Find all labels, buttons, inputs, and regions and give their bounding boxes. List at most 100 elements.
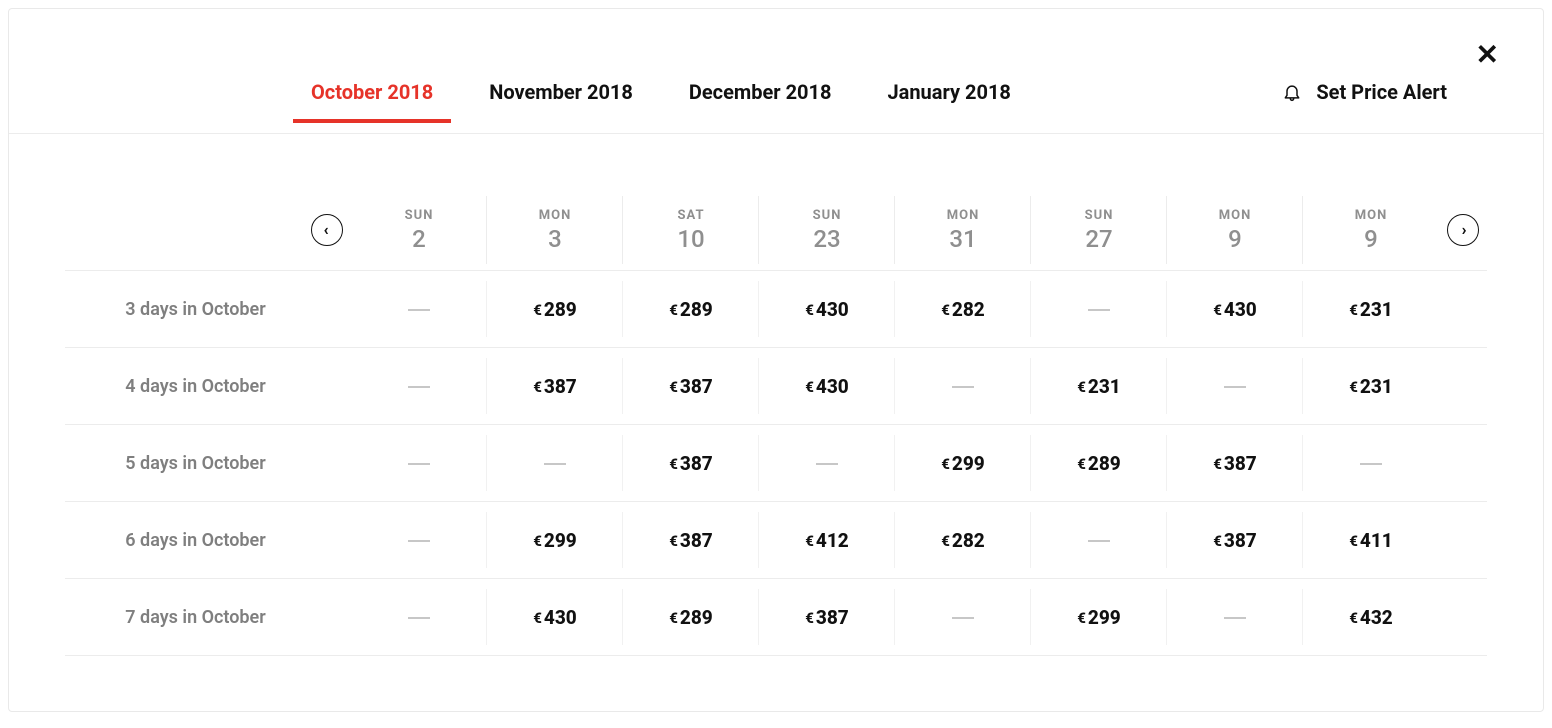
currency-symbol: € — [1349, 378, 1358, 396]
price-cell[interactable]: €231 — [1303, 271, 1439, 348]
date-dow: MON — [488, 208, 622, 223]
date-dow: SUN — [352, 208, 486, 223]
price-cell — [895, 348, 1031, 425]
price-cell[interactable]: €289 — [623, 271, 759, 348]
nav-spacer — [1439, 502, 1487, 579]
price-cell[interactable]: €432 — [1303, 579, 1439, 656]
row-label: 7 days in October — [65, 579, 303, 656]
date-dow: MON — [1168, 208, 1302, 223]
date-day: 31 — [896, 225, 1030, 253]
price-cell[interactable]: €282 — [895, 502, 1031, 579]
no-price-dash — [408, 463, 430, 465]
month-tabs: October 2018 November 2018 December 2018… — [65, 80, 1282, 122]
currency-symbol: € — [941, 301, 950, 319]
price-value: 231 — [1360, 375, 1393, 398]
price-value: 231 — [1088, 375, 1121, 398]
price-value: 411 — [1360, 529, 1393, 552]
price-value: 387 — [816, 606, 849, 629]
date-day: 2 — [352, 225, 486, 253]
price-cell[interactable]: €299 — [487, 502, 623, 579]
no-price-dash — [408, 540, 430, 542]
date-col-2[interactable]: SAT 10 — [623, 190, 759, 271]
price-cell[interactable]: €299 — [895, 425, 1031, 502]
no-price-dash — [816, 463, 838, 465]
price-value: 282 — [952, 298, 985, 321]
price-cell[interactable]: €289 — [1031, 425, 1167, 502]
currency-symbol: € — [669, 378, 678, 396]
price-cell[interactable]: €430 — [759, 348, 895, 425]
date-day: 23 — [760, 225, 894, 253]
price-cell[interactable]: €387 — [1167, 502, 1303, 579]
price-cell[interactable]: €387 — [1167, 425, 1303, 502]
close-icon[interactable]: ✕ — [1476, 41, 1499, 69]
date-day: 10 — [624, 225, 758, 253]
price-cell — [759, 425, 895, 502]
price-row: 5 days in October€387€299€289€387 — [65, 425, 1487, 502]
date-col-1[interactable]: MON 3 — [487, 190, 623, 271]
nav-spacer — [303, 271, 351, 348]
price-cell[interactable]: €387 — [759, 579, 895, 656]
price-cell[interactable]: €387 — [623, 502, 759, 579]
chevron-right-icon: › — [1462, 222, 1467, 238]
currency-symbol: € — [669, 455, 678, 473]
prev-dates-button[interactable]: ‹ — [311, 214, 343, 246]
month-tab-january[interactable]: January 2018 — [885, 80, 1012, 122]
currency-symbol: € — [805, 301, 814, 319]
currency-symbol: € — [1213, 455, 1222, 473]
price-cell — [1031, 271, 1167, 348]
set-price-alert-button[interactable]: Set Price Alert — [1282, 80, 1487, 122]
price-cell[interactable]: €387 — [487, 348, 623, 425]
price-value: 387 — [1224, 452, 1257, 475]
no-price-dash — [1088, 540, 1110, 542]
date-dow: SAT — [624, 208, 758, 223]
month-tab-november[interactable]: November 2018 — [487, 80, 635, 122]
date-col-7[interactable]: MON 9 — [1303, 190, 1439, 271]
currency-symbol: € — [1213, 532, 1222, 550]
rowlabel-header-blank — [65, 190, 303, 271]
date-col-3[interactable]: SUN 23 — [759, 190, 895, 271]
row-label: 6 days in October — [65, 502, 303, 579]
date-day: 9 — [1168, 225, 1302, 253]
set-price-alert-label: Set Price Alert — [1316, 80, 1447, 104]
nav-spacer — [1439, 348, 1487, 425]
price-value: 289 — [544, 298, 577, 321]
date-col-4[interactable]: MON 31 — [895, 190, 1031, 271]
date-header-row: ‹ SUN 2 MON 3 SAT 10 SUN 23 — [65, 190, 1487, 271]
currency-symbol: € — [533, 532, 542, 550]
price-value: 387 — [544, 375, 577, 398]
date-col-6[interactable]: MON 9 — [1167, 190, 1303, 271]
currency-symbol: € — [941, 532, 950, 550]
price-cell[interactable]: €387 — [623, 348, 759, 425]
next-dates-button[interactable]: › — [1447, 214, 1479, 246]
month-tab-october[interactable]: October 2018 — [309, 80, 435, 122]
price-cell[interactable]: €411 — [1303, 502, 1439, 579]
price-cell[interactable]: €430 — [1167, 271, 1303, 348]
price-cell[interactable]: €299 — [1031, 579, 1167, 656]
no-price-dash — [544, 463, 566, 465]
price-cell — [1303, 425, 1439, 502]
price-cell — [1167, 579, 1303, 656]
price-cell[interactable]: €289 — [487, 271, 623, 348]
price-cell[interactable]: €412 — [759, 502, 895, 579]
nav-spacer — [303, 425, 351, 502]
nav-spacer — [1439, 271, 1487, 348]
price-cell[interactable]: €430 — [759, 271, 895, 348]
price-value: 299 — [952, 452, 985, 475]
date-col-5[interactable]: SUN 27 — [1031, 190, 1167, 271]
price-value: 299 — [544, 529, 577, 552]
price-cell[interactable]: €231 — [1031, 348, 1167, 425]
currency-symbol: € — [805, 378, 814, 396]
date-col-0[interactable]: SUN 2 — [351, 190, 487, 271]
price-cell[interactable]: €387 — [623, 425, 759, 502]
month-tab-december[interactable]: December 2018 — [687, 80, 834, 122]
nav-spacer — [303, 348, 351, 425]
bell-icon — [1282, 81, 1302, 103]
currency-symbol: € — [1077, 609, 1086, 627]
price-cell[interactable]: €430 — [487, 579, 623, 656]
price-cell[interactable]: €289 — [623, 579, 759, 656]
price-cell[interactable]: €282 — [895, 271, 1031, 348]
currency-symbol: € — [1077, 455, 1086, 473]
price-row: 3 days in October€289€289€430€282€430€23… — [65, 271, 1487, 348]
nav-next-cell: › — [1439, 190, 1487, 271]
price-cell[interactable]: €231 — [1303, 348, 1439, 425]
